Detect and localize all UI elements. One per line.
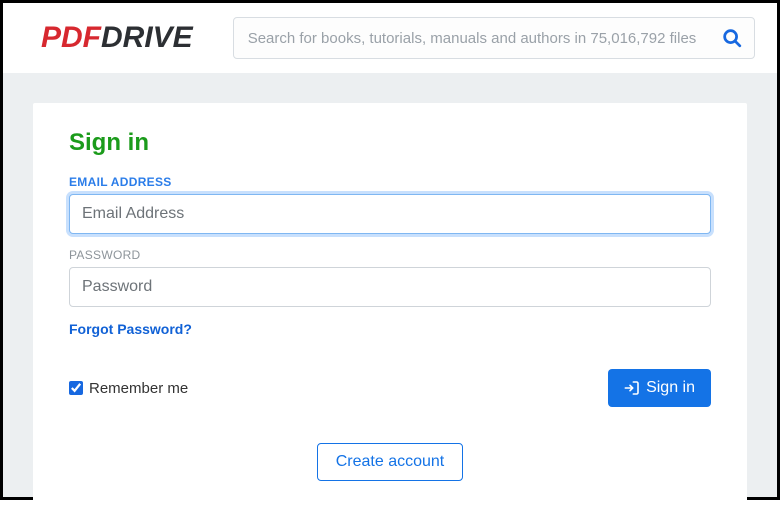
search-input[interactable] [233, 17, 755, 59]
signin-title: Sign in [69, 129, 711, 157]
email-label: EMAIL ADDRESS [69, 175, 711, 189]
signin-card: Sign in EMAIL ADDRESS PASSWORD Forgot Pa… [33, 103, 747, 505]
signin-button-label: Sign in [646, 379, 695, 397]
remember-me[interactable]: Remember me [69, 380, 188, 397]
create-account-label: Create account [336, 453, 445, 471]
remember-me-label: Remember me [89, 380, 188, 397]
create-account-button[interactable]: Create account [317, 443, 464, 481]
password-field[interactable] [69, 267, 711, 307]
remember-me-checkbox[interactable] [69, 381, 83, 395]
search-wrap [233, 17, 755, 59]
top-bar: PDFDRIVE [3, 3, 777, 73]
password-label: PASSWORD [69, 248, 711, 262]
email-field[interactable] [69, 194, 711, 234]
signin-icon [624, 380, 640, 396]
search-icon [721, 27, 743, 49]
logo-part-pdf: PDF [41, 21, 101, 54]
content-area: Sign in EMAIL ADDRESS PASSWORD Forgot Pa… [3, 73, 777, 505]
app-frame: PDFDRIVE Sign in EMAIL ADDRESS PASSWORD … [0, 0, 780, 500]
signin-button[interactable]: Sign in [608, 369, 711, 407]
forgot-password-link[interactable]: Forgot Password? [69, 321, 192, 337]
create-account-row: Create account [69, 443, 711, 481]
logo[interactable]: PDFDRIVE [41, 21, 193, 55]
search-button[interactable] [715, 21, 749, 55]
signin-row: Remember me Sign in [69, 369, 711, 407]
logo-part-drive: DRIVE [101, 21, 193, 54]
